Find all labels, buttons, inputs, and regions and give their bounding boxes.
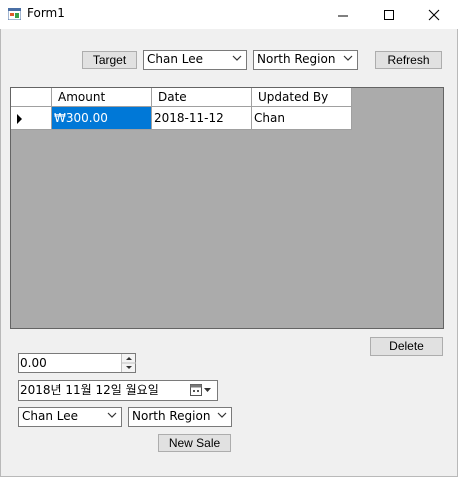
grid-corner-header (11, 88, 52, 107)
column-header-date[interactable]: Date (152, 88, 252, 107)
calendar-dropdown-icon[interactable] (190, 384, 214, 397)
window-title: Form1 (27, 6, 65, 20)
chevron-down-icon (217, 412, 227, 418)
current-row-arrow-icon (17, 114, 22, 124)
delete-button[interactable]: Delete (370, 337, 443, 356)
spin-arrows-icon (122, 357, 136, 369)
date-picker[interactable]: 2018년 11월 12일 월요일 (18, 380, 218, 401)
form-person-select-value: Chan Lee (22, 409, 78, 423)
target-button[interactable]: Target (82, 51, 137, 69)
region-select-value: North Region (257, 52, 336, 66)
maximize-icon (384, 9, 394, 20)
column-header-updated-by[interactable]: Updated By (252, 88, 352, 107)
close-button[interactable] (411, 0, 457, 29)
amount-numeric-input[interactable]: 0.00 (18, 353, 136, 373)
cell-updated-by[interactable]: Chan (252, 107, 352, 130)
form-person-select[interactable]: Chan Lee (18, 407, 122, 427)
refresh-button[interactable]: Refresh (375, 51, 442, 69)
form-region-select[interactable]: North Region (128, 407, 232, 427)
cell-amount[interactable]: ₩300.00 (52, 107, 152, 130)
minimize-icon (338, 15, 348, 16)
chevron-down-icon (343, 55, 353, 61)
region-select[interactable]: North Region (253, 50, 358, 70)
person-select[interactable]: Chan Lee (143, 50, 247, 70)
chevron-down-icon (107, 412, 117, 418)
date-picker-value: 2018년 11월 12일 월요일 (20, 383, 159, 397)
cell-date[interactable]: 2018-11-12 (152, 107, 252, 130)
app-form-icon (8, 8, 21, 20)
new-sale-button[interactable]: New Sale (158, 434, 231, 452)
form-region-select-value: North Region (132, 409, 211, 423)
chevron-down-icon (232, 55, 242, 61)
close-icon (428, 9, 440, 20)
maximize-button[interactable] (366, 0, 412, 29)
row-header[interactable] (11, 107, 52, 130)
column-header-amount[interactable]: Amount (52, 88, 152, 107)
person-select-value: Chan Lee (147, 52, 203, 66)
amount-input-value: 0.00 (20, 356, 47, 370)
minimize-button[interactable] (320, 0, 366, 29)
amount-spin-buttons[interactable] (121, 354, 136, 372)
